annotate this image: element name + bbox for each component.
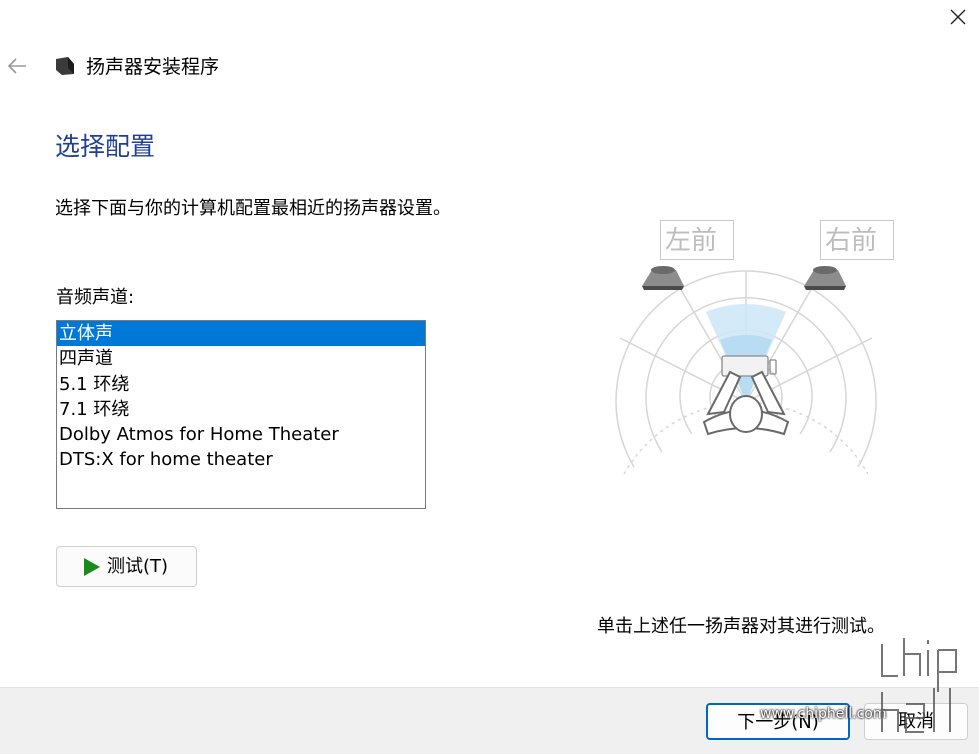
window-title: 扬声器安装程序 bbox=[86, 56, 220, 78]
channel-option-dtsx[interactable]: DTS:X for home theater bbox=[57, 447, 425, 472]
close-button[interactable] bbox=[936, 0, 979, 34]
page-heading: 选择配置 bbox=[55, 132, 156, 161]
audio-channels-list[interactable]: 立体声 四声道 5.1 环绕 7.1 环绕 Dolby Atmos for Ho… bbox=[56, 320, 426, 509]
right-front-speaker-icon bbox=[804, 266, 846, 290]
close-icon bbox=[950, 9, 965, 25]
play-icon bbox=[84, 557, 100, 576]
right-front-label: 右前 bbox=[825, 226, 878, 256]
left-front-label: 左前 bbox=[665, 226, 718, 256]
test-button-label: 测试(T) bbox=[107, 555, 169, 577]
left-front-speaker-icon bbox=[642, 266, 684, 290]
channel-option-5-1[interactable]: 5.1 环绕 bbox=[57, 372, 425, 397]
test-button[interactable]: 测试(T) bbox=[56, 546, 197, 587]
chiphell-logo bbox=[881, 638, 957, 733]
audio-channels-label: 音频声道: bbox=[56, 287, 135, 308]
watermark-text: www.chiphell.com bbox=[760, 706, 887, 722]
channel-option-quad[interactable]: 四声道 bbox=[57, 346, 425, 371]
channel-option-stereo[interactable]: 立体声 bbox=[57, 321, 425, 347]
page-description: 选择下面与你的计算机配置最相近的扬声器设置。 bbox=[55, 198, 451, 219]
back-button[interactable] bbox=[2, 52, 32, 80]
left-front-speaker[interactable]: 左前 bbox=[660, 220, 734, 260]
arrow-left-icon bbox=[7, 58, 26, 74]
channel-option-7-1[interactable]: 7.1 环绕 bbox=[57, 397, 425, 422]
speaker-diagram: 左前 右前 bbox=[600, 212, 894, 492]
speaker-icon bbox=[56, 57, 74, 75]
right-front-speaker[interactable]: 右前 bbox=[820, 220, 894, 260]
test-hint: 单击上述任一扬声器对其进行测试。 bbox=[597, 616, 885, 637]
channel-option-dolby-atmos[interactable]: Dolby Atmos for Home Theater bbox=[57, 422, 425, 447]
